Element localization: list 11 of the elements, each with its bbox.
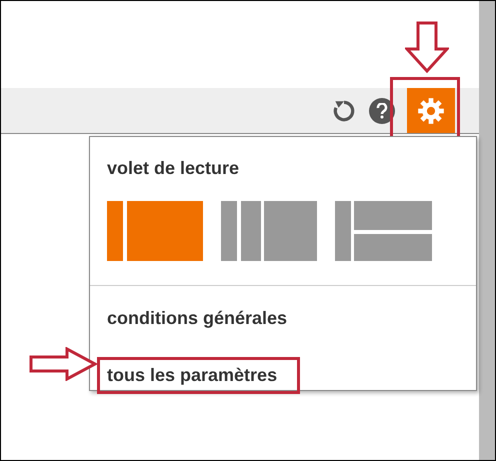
refresh-icon[interactable] [331,98,357,124]
gear-icon [417,96,445,124]
reading-pane-layout-option[interactable] [107,201,204,261]
menu-item[interactable]: conditions générales [97,300,298,337]
reading-pane-layout-option[interactable] [221,201,318,261]
reading-pane-layout-option[interactable] [335,201,432,261]
menu-section-title: volet de lecture [107,157,240,180]
scrollbar[interactable] [479,1,495,460]
settings-button[interactable] [407,88,455,133]
down-arrow-drawing [405,21,449,73]
menu-item[interactable]: tous les paramètres [97,357,300,394]
